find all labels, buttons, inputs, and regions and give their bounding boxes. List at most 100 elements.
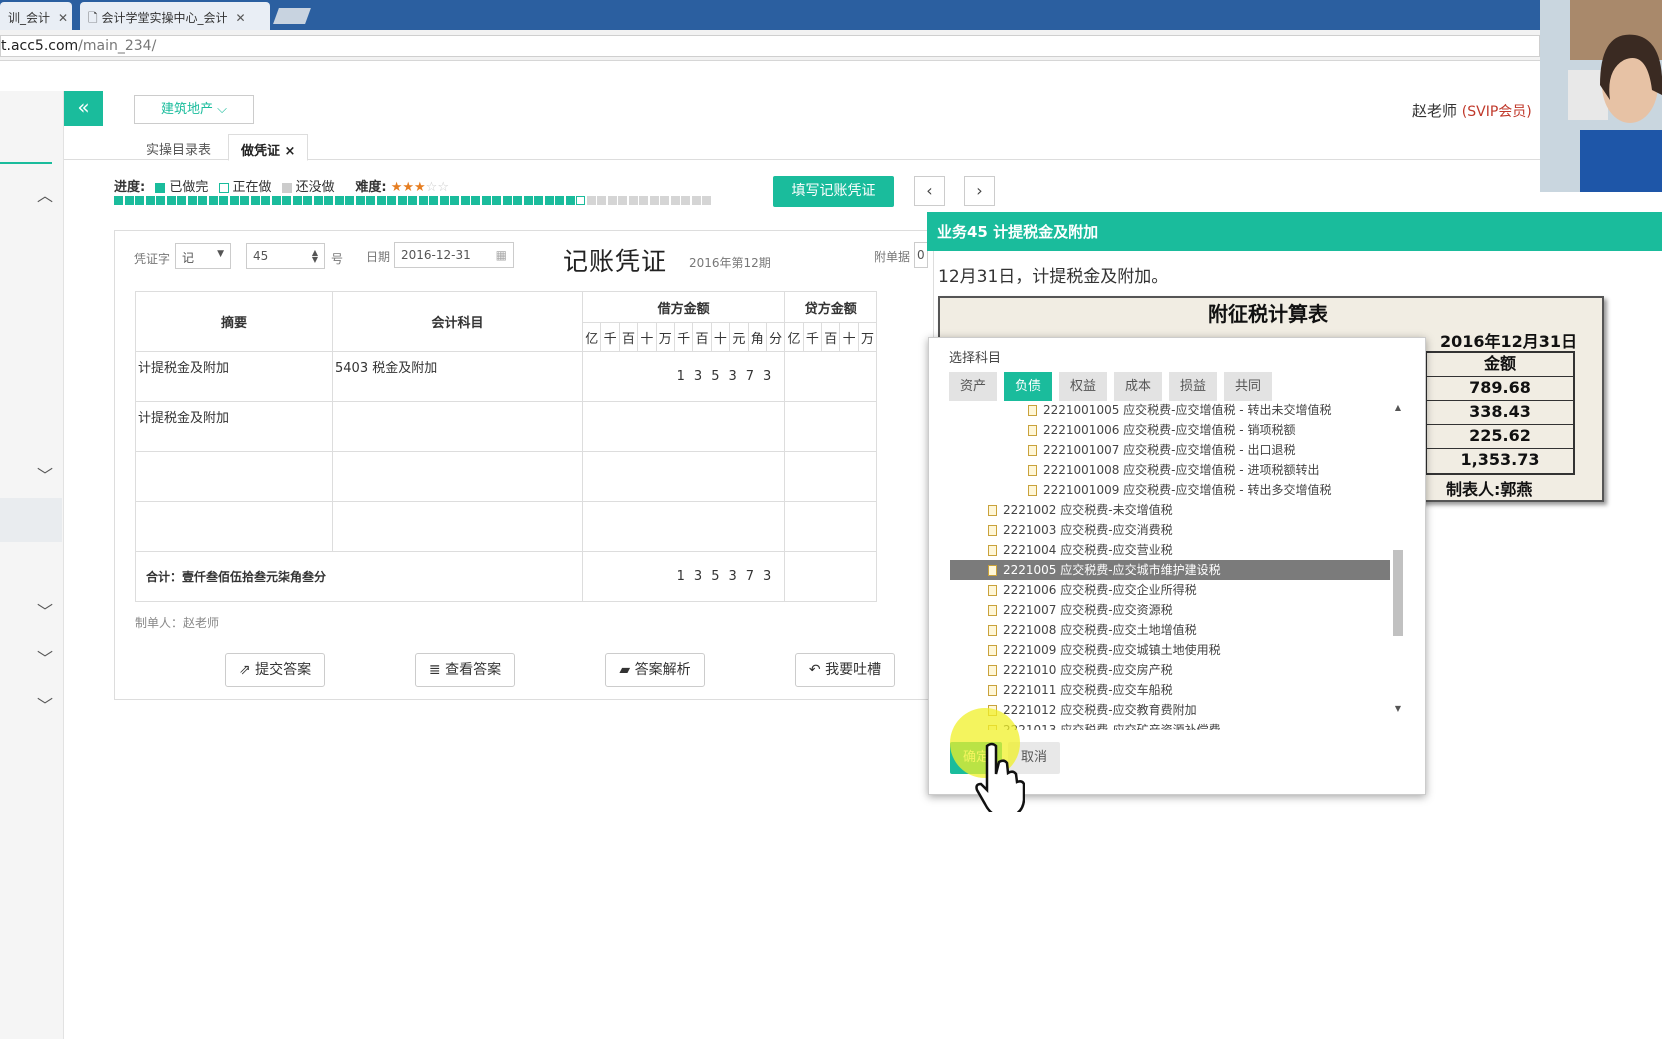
voucher-word-select[interactable]: 记 ▼ <box>175 243 231 269</box>
close-icon[interactable]: × <box>285 144 296 159</box>
progress-square[interactable] <box>334 196 344 205</box>
account-cell[interactable] <box>332 401 583 452</box>
progress-square[interactable] <box>114 196 123 205</box>
progress-square[interactable] <box>135 196 144 205</box>
scroll-down-icon[interactable]: ▼ <box>1392 704 1404 713</box>
progress-square[interactable] <box>565 196 575 205</box>
progress-square[interactable] <box>250 196 260 205</box>
progress-square[interactable] <box>187 196 197 205</box>
feedback-button[interactable]: ↶ 我要吐槽 <box>795 653 895 687</box>
summary-cell[interactable]: 计提税金及附加 <box>135 401 333 452</box>
progress-square[interactable] <box>555 196 564 205</box>
progress-square[interactable] <box>702 196 711 205</box>
chevron-down-icon[interactable]: ﹀ <box>36 598 54 622</box>
tree-item[interactable]: 2221003 应交税费-应交消费税 <box>950 520 1390 540</box>
progress-square[interactable] <box>408 196 417 205</box>
progress-square[interactable] <box>691 196 701 205</box>
stepper-icon[interactable]: ▲ ▼ <box>312 249 318 264</box>
progress-square[interactable] <box>355 196 365 205</box>
scrollbar-thumb[interactable] <box>1393 550 1403 636</box>
calendar-icon[interactable]: ▦ <box>496 248 507 262</box>
url-field[interactable]: t.acc5.com/main_234/ <box>0 35 1540 57</box>
tree-item[interactable]: 2221010 应交税费-应交房产税 <box>950 660 1390 680</box>
progress-square[interactable] <box>471 196 480 205</box>
view-answer-button[interactable]: ≣ 查看答案 <box>415 653 515 687</box>
progress-square[interactable] <box>607 196 617 205</box>
tree-item[interactable]: 2221012 应交税费-应交教育费附加 <box>950 700 1390 720</box>
progress-square[interactable] <box>681 196 690 205</box>
progress-square[interactable] <box>376 196 386 205</box>
progress-square[interactable] <box>271 196 281 205</box>
progress-square[interactable] <box>345 196 354 205</box>
voucher-number-input[interactable]: 45 ▲ ▼ <box>246 243 325 269</box>
progress-square[interactable] <box>576 196 585 205</box>
progress-square[interactable] <box>586 196 596 205</box>
progress-square[interactable] <box>177 196 186 205</box>
progress-square[interactable] <box>639 196 648 205</box>
summary-cell[interactable] <box>135 501 333 552</box>
debit-cell[interactable]: 135373 <box>581 351 786 402</box>
tab-make-voucher[interactable]: 做凭证 × <box>228 134 309 161</box>
tree-item[interactable]: 2221007 应交税费-应交资源税 <box>950 600 1390 620</box>
submit-answer-button[interactable]: ⇗ 提交答案 <box>225 653 325 687</box>
progress-square[interactable] <box>156 196 165 205</box>
progress-square[interactable] <box>670 196 680 205</box>
close-icon[interactable]: ✕ <box>235 11 245 25</box>
progress-square[interactable] <box>387 196 396 205</box>
progress-square[interactable] <box>166 196 176 205</box>
next-button[interactable]: › <box>964 176 995 206</box>
tab-practice-catalog[interactable]: 实操目录表 <box>134 134 223 161</box>
account-cell[interactable] <box>332 501 583 552</box>
progress-square[interactable] <box>544 196 554 205</box>
summary-cell[interactable]: 计提税金及附加 <box>135 351 333 402</box>
tree-item[interactable]: 2221001007 应交税费-应交增值税 - 出口退税 <box>950 440 1390 460</box>
tree-item[interactable]: 2221001009 应交税费-应交增值税 - 转出多交增值税 <box>950 480 1390 500</box>
progress-square[interactable] <box>429 196 438 205</box>
progress-square[interactable] <box>534 196 543 205</box>
date-input[interactable]: 2016-12-31 ▦ <box>394 242 514 268</box>
picker-tab[interactable]: 损益 <box>1169 372 1217 401</box>
chevron-down-icon[interactable]: ﹀ <box>36 462 54 486</box>
progress-square[interactable] <box>366 196 375 205</box>
industry-select[interactable]: 建筑地产 ⌵ <box>134 95 254 124</box>
picker-tab[interactable]: 权益 <box>1059 372 1107 401</box>
browser-tab-2[interactable]: 🗋 会计学堂实操中心_会计 ✕ <box>80 2 270 30</box>
progress-square[interactable] <box>597 196 606 205</box>
progress-square[interactable] <box>450 196 459 205</box>
user-info[interactable]: 赵老师 (SVIP会员) <box>1412 100 1532 121</box>
progress-square[interactable] <box>219 196 228 205</box>
credit-cell[interactable] <box>784 351 878 402</box>
progress-square[interactable] <box>282 196 291 205</box>
progress-square[interactable] <box>649 196 659 205</box>
summary-cell[interactable] <box>135 451 333 502</box>
close-icon[interactable]: ✕ <box>58 11 68 25</box>
progress-square[interactable] <box>261 196 270 205</box>
chevron-up-icon[interactable]: ︿ <box>36 182 54 206</box>
tree-item[interactable]: 2221001008 应交税费-应交增值税 - 进项税额转出 <box>950 460 1390 480</box>
progress-square[interactable] <box>460 196 470 205</box>
progress-square[interactable] <box>229 196 239 205</box>
progress-square[interactable] <box>208 196 218 205</box>
prev-button[interactable]: ‹ <box>914 176 945 206</box>
progress-square[interactable] <box>198 196 207 205</box>
tree-item[interactable]: 2221001006 应交税费-应交增值税 - 销项税额 <box>950 420 1390 440</box>
progress-square[interactable] <box>397 196 407 205</box>
progress-square[interactable] <box>492 196 501 205</box>
progress-square[interactable] <box>502 196 512 205</box>
fill-voucher-button[interactable]: 填写记账凭证 <box>773 176 894 207</box>
progress-square[interactable] <box>439 196 449 205</box>
credit-cell[interactable] <box>784 501 878 552</box>
progress-square[interactable] <box>303 196 312 205</box>
chevron-down-icon[interactable]: ﹀ <box>36 692 54 716</box>
chevron-down-icon[interactable]: ﹀ <box>36 645 54 669</box>
progress-square[interactable] <box>523 196 533 205</box>
tree-item[interactable]: 2221004 应交税费-应交营业税 <box>950 540 1390 560</box>
progress-square[interactable] <box>240 196 249 205</box>
tree-item[interactable]: 2221009 应交税费-应交城镇土地使用税 <box>950 640 1390 660</box>
progress-square[interactable] <box>513 196 522 205</box>
debit-cell[interactable] <box>581 501 786 552</box>
picker-tab[interactable]: 负债 <box>1004 372 1052 401</box>
progress-square[interactable] <box>313 196 323 205</box>
progress-square[interactable] <box>481 196 491 205</box>
tree-item[interactable]: 2221001005 应交税费-应交增值税 - 转出未交增值税 <box>950 400 1390 420</box>
